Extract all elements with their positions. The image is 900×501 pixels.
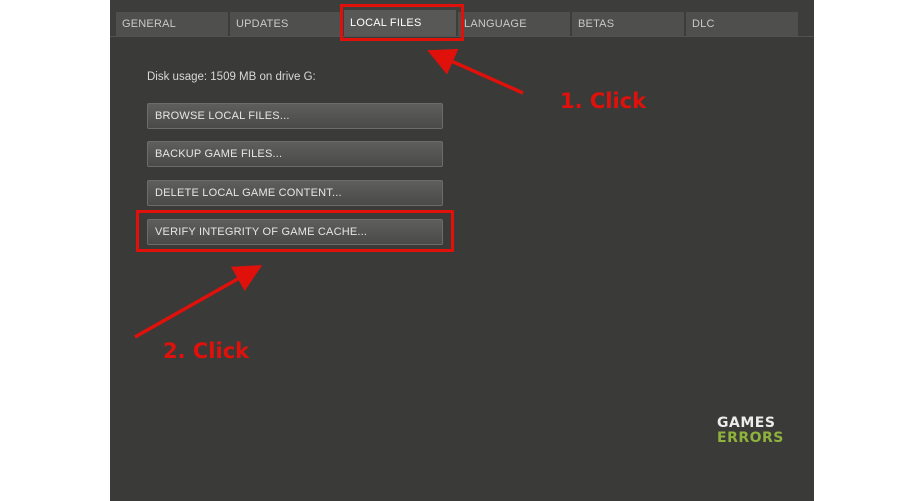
logo-line-games: GAMES: [717, 415, 776, 431]
step1-label: 1. Click: [560, 89, 647, 113]
disk-usage-text: Disk usage: 1509 MB on drive G:: [147, 71, 316, 83]
verify-integrity-button[interactable]: VERIFY INTEGRITY OF GAME CACHE...: [147, 219, 443, 245]
tab-updates[interactable]: UPDATES: [230, 12, 342, 36]
browse-local-files-button[interactable]: BROWSE LOCAL FILES...: [147, 103, 443, 129]
tab-bar: GENERAL UPDATES LOCAL FILES LANGUAGE BET…: [110, 8, 814, 36]
step2-label: 2. Click: [163, 339, 250, 363]
tab-general[interactable]: GENERAL: [116, 12, 228, 36]
local-files-panel: Disk usage: 1509 MB on drive G: BROWSE L…: [110, 36, 814, 501]
delete-local-content-button[interactable]: DELETE LOCAL GAME CONTENT...: [147, 180, 443, 206]
logo-line-errors: ERRORS: [717, 430, 784, 446]
tab-dlc[interactable]: DLC: [686, 12, 798, 36]
tab-language[interactable]: LANGUAGE: [458, 12, 570, 36]
games-errors-logo: GAMES ERRORS: [717, 416, 784, 446]
tab-local-files[interactable]: LOCAL FILES: [344, 10, 456, 36]
properties-window: GENERAL UPDATES LOCAL FILES LANGUAGE BET…: [110, 0, 814, 501]
tab-betas[interactable]: BETAS: [572, 12, 684, 36]
backup-game-files-button[interactable]: BACKUP GAME FILES...: [147, 141, 443, 167]
